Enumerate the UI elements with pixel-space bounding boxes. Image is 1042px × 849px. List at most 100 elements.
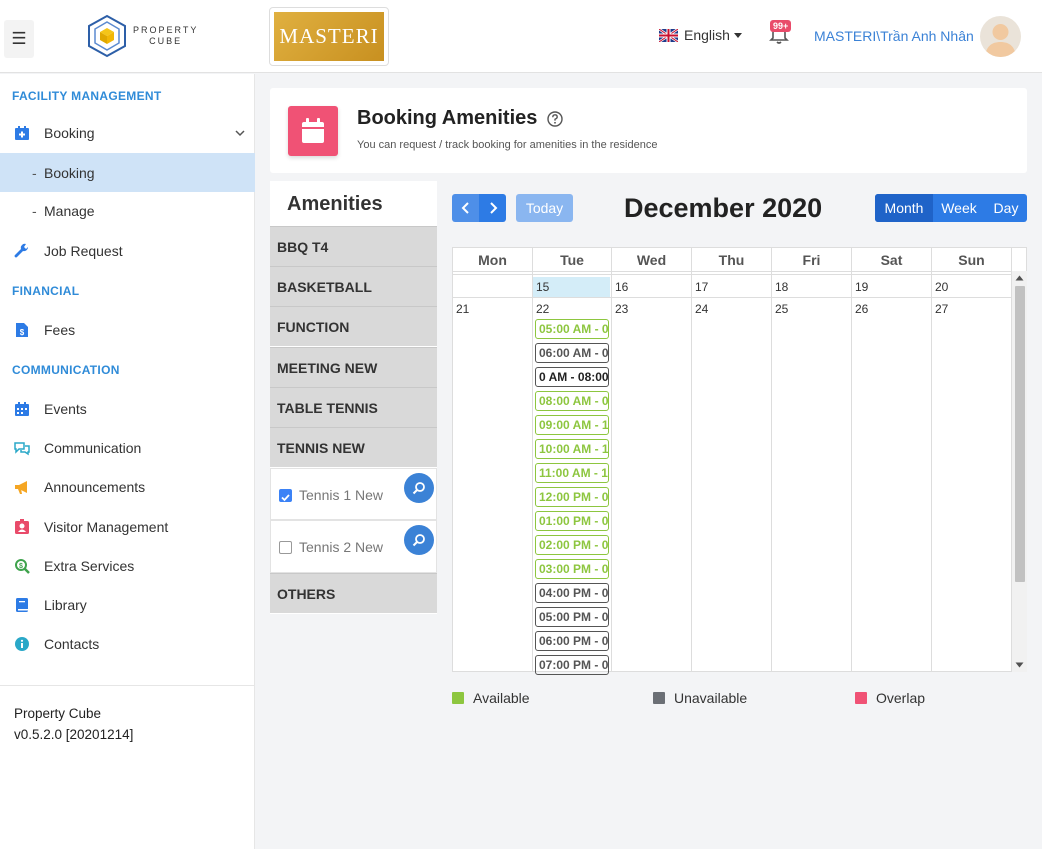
court-checkbox[interactable] xyxy=(279,489,292,502)
chevron-left-icon xyxy=(461,202,469,214)
day-number[interactable]: 22 xyxy=(536,302,549,316)
sidebar-item-events[interactable]: Events xyxy=(0,390,255,428)
day-number[interactable]: 21 xyxy=(456,302,469,316)
sidebar-item-extra-services[interactable]: $ Extra Services xyxy=(0,547,255,585)
time-slot[interactable]: 10:00 AM - 11:00 AM xyxy=(535,439,609,459)
time-slot[interactable]: 03:00 PM - 04:00 PM xyxy=(535,559,609,579)
dash-icon: - xyxy=(32,164,37,181)
amenity-category-bbq[interactable]: BBQ T4 xyxy=(270,226,437,266)
amenity-category-others[interactable]: OTHERS xyxy=(270,573,437,613)
app-name: Property Cube xyxy=(14,706,102,721)
sidebar-item-library[interactable]: Library xyxy=(0,586,255,624)
day-number[interactable]: 16 xyxy=(615,280,628,294)
time-slot[interactable]: 12:00 PM - 01:00 PM xyxy=(535,487,609,507)
time-slot[interactable]: 01:00 PM - 02:00 PM xyxy=(535,511,609,531)
time-slot[interactable]: 07:00 PM - 08:00 PM xyxy=(535,655,609,675)
sidebar-subitem-booking[interactable]: - Booking xyxy=(0,153,255,192)
time-slot[interactable]: 0 AM - 08:00 xyxy=(535,367,609,387)
court-details-button[interactable] xyxy=(404,473,434,503)
day-number[interactable]: 23 xyxy=(615,302,628,316)
sidebar-item-contacts-label: Contacts xyxy=(44,636,100,652)
sidebar-item-contacts[interactable]: Contacts xyxy=(0,625,255,663)
today-button[interactable]: Today xyxy=(516,194,573,222)
language-selector[interactable]: English xyxy=(659,26,742,44)
check-icon xyxy=(281,494,290,502)
time-slot[interactable]: 06:00 PM - 07:00 PM xyxy=(535,631,609,651)
time-slot[interactable]: 05:00 PM - 06:00 PM xyxy=(535,607,609,627)
scroll-up-icon[interactable] xyxy=(1015,275,1024,281)
court-label: Tennis 1 New xyxy=(299,487,384,503)
calendar-scrollbar[interactable] xyxy=(1012,271,1027,672)
time-slot[interactable]: 02:00 PM - 03:00 PM xyxy=(535,535,609,555)
weekday-header: Sun xyxy=(932,248,1012,271)
prev-month-button[interactable] xyxy=(452,194,479,222)
next-month-button[interactable] xyxy=(479,194,506,222)
day-number[interactable]: 26 xyxy=(855,302,868,316)
help-circle-icon[interactable] xyxy=(547,111,563,127)
weekday-header: Fri xyxy=(772,248,852,271)
sidebar-item-booking[interactable]: Booking xyxy=(0,114,255,152)
weekday-header: Thu xyxy=(692,248,772,271)
grid-line xyxy=(851,271,852,672)
sidebar-item-job-request-label: Job Request xyxy=(44,243,123,259)
sidebar-item-visitor-management[interactable]: Visitor Management xyxy=(0,508,255,546)
day-number[interactable]: 24 xyxy=(695,302,708,316)
uk-flag-icon xyxy=(659,28,678,42)
amenity-category-function[interactable]: FUNCTION xyxy=(270,306,437,346)
sidebar-item-booking-label: Booking xyxy=(44,125,95,141)
amenity-category-meeting[interactable]: MEETING NEW xyxy=(270,347,437,387)
calendar-icon xyxy=(302,118,324,143)
grid-line xyxy=(771,271,772,672)
sidebar-subitem-manage[interactable]: - Manage xyxy=(0,192,255,230)
court-item: Tennis 2 New xyxy=(270,520,437,573)
time-slot[interactable]: 11:00 AM - 12:00 PM xyxy=(535,463,609,483)
sidebar-item-job-request[interactable]: Job Request xyxy=(0,232,255,270)
court-details-button[interactable] xyxy=(404,525,434,555)
page-subtitle: You can request / track booking for amen… xyxy=(357,139,658,151)
day-number[interactable]: 19 xyxy=(855,280,868,294)
property-cube-logo[interactable]: PROPERTY CUBE xyxy=(87,13,207,59)
sidebar-item-fees[interactable]: $ Fees xyxy=(0,311,255,349)
section-title-communication: COMMUNICATION xyxy=(12,363,120,377)
amenities-panel: Amenities BBQ T4 BASKETBALL FUNCTION MEE… xyxy=(270,181,437,614)
time-slot[interactable]: 04:00 PM - 05:00 PM xyxy=(535,583,609,603)
logo-text-line1: PROPERTY xyxy=(133,25,199,35)
day-number[interactable]: 25 xyxy=(775,302,788,316)
legend-unavailable: Unavailable xyxy=(653,690,747,706)
scrollbar-thumb[interactable] xyxy=(1015,286,1025,582)
amenity-category-basketball[interactable]: BASKETBALL xyxy=(270,266,437,306)
sidebar-item-visitor-management-label: Visitor Management xyxy=(44,519,169,535)
sidebar-item-communication-label: Communication xyxy=(44,440,142,456)
view-month-button[interactable]: Month xyxy=(875,194,933,222)
time-slot[interactable]: 08:00 AM - 09:00 AM xyxy=(535,391,609,411)
day-number[interactable]: 15 xyxy=(536,280,549,294)
amenity-category-table-tennis[interactable]: TABLE TENNIS xyxy=(270,387,437,427)
chat-icon xyxy=(13,439,31,457)
amenity-category-tennis[interactable]: TENNIS NEW xyxy=(270,427,437,467)
legend-swatch xyxy=(653,692,665,704)
view-day-button[interactable]: Day xyxy=(985,194,1027,222)
search-dollar-icon: $ xyxy=(13,557,31,575)
notification-badge: 99+ xyxy=(770,20,792,32)
grid-line xyxy=(931,271,932,672)
scroll-down-icon[interactable] xyxy=(1015,662,1024,668)
sidebar-item-communication[interactable]: Communication xyxy=(0,429,255,467)
day-number[interactable]: 20 xyxy=(935,280,948,294)
sidebar-subitem-manage-label: Manage xyxy=(44,203,95,219)
menu-toggle-button[interactable]: ☰ xyxy=(4,20,34,58)
sidebar: FACILITY MANAGEMENT Booking - Booking - … xyxy=(0,74,255,849)
time-slot[interactable]: 09:00 AM - 10:00 AM xyxy=(535,415,609,435)
view-week-button[interactable]: Week xyxy=(933,194,985,222)
user-name-link[interactable]: MASTERI\Trần Anh Nhân xyxy=(814,28,974,44)
day-number[interactable]: 17 xyxy=(695,280,708,294)
time-slot[interactable]: 06:00 AM - 07:00 AM xyxy=(535,343,609,363)
day-number[interactable]: 18 xyxy=(775,280,788,294)
court-checkbox[interactable] xyxy=(279,541,292,554)
day-number[interactable]: 27 xyxy=(935,302,948,316)
search-icon xyxy=(412,482,425,495)
legend-label: Unavailable xyxy=(674,690,748,706)
user-avatar[interactable] xyxy=(980,16,1021,57)
time-slot[interactable]: 05:00 AM - 06:00 AM xyxy=(535,319,609,339)
sidebar-item-announcements[interactable]: Announcements xyxy=(0,468,255,506)
grid-line xyxy=(691,271,692,672)
